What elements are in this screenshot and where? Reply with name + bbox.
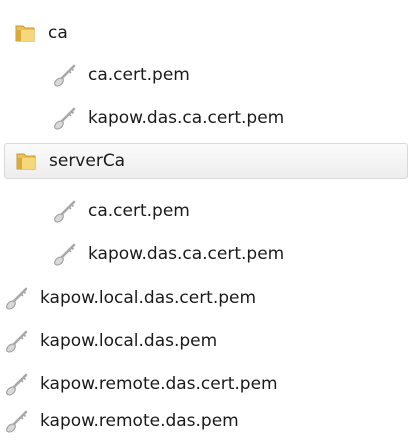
tree-item-label: kapow.remote.das.cert.pem bbox=[40, 374, 278, 394]
certificate-key-icon bbox=[52, 241, 78, 267]
certificate-key-icon bbox=[4, 371, 30, 397]
tree-item-kapow-remote-das-cert[interactable]: kapow.remote.das.cert.pem bbox=[4, 366, 278, 402]
certificate-key-icon bbox=[52, 198, 78, 224]
tree-item-kapow-local-das[interactable]: kapow.local.das.pem bbox=[4, 323, 217, 359]
tree-item-kapow-local-das-cert[interactable]: kapow.local.das.cert.pem bbox=[4, 280, 256, 316]
folder-icon bbox=[13, 148, 39, 174]
tree-item-serverca-kapow-das-ca-cert[interactable]: kapow.das.ca.cert.pem bbox=[52, 236, 284, 272]
tree-item-label: kapow.das.ca.cert.pem bbox=[88, 108, 285, 128]
tree-item-label: kapow.local.das.cert.pem bbox=[40, 288, 257, 308]
tree-item-serverca-ca-cert[interactable]: ca.cert.pem bbox=[52, 193, 190, 229]
tree-item-label: serverCa bbox=[49, 151, 126, 171]
file-tree: ca ca.cert.pem kapow.das.ca.cert.pem ser… bbox=[0, 0, 412, 445]
tree-item-label: kapow.das.ca.cert.pem bbox=[88, 244, 285, 264]
tree-item-label: kapow.local.das.pem bbox=[40, 331, 218, 351]
tree-item-kapow-remote-das[interactable]: kapow.remote.das.pem bbox=[4, 403, 239, 439]
certificate-key-icon bbox=[52, 105, 78, 131]
tree-item-label: ca bbox=[48, 23, 68, 43]
folder-icon bbox=[12, 20, 38, 46]
certificate-key-icon bbox=[4, 408, 30, 434]
tree-item-serverca-folder[interactable]: serverCa bbox=[4, 143, 408, 179]
tree-item-kapow-das-ca-cert[interactable]: kapow.das.ca.cert.pem bbox=[52, 100, 284, 136]
tree-item-label: ca.cert.pem bbox=[88, 65, 190, 85]
tree-item-ca-cert[interactable]: ca.cert.pem bbox=[52, 57, 190, 93]
certificate-key-icon bbox=[4, 285, 30, 311]
tree-item-label: kapow.remote.das.pem bbox=[40, 411, 239, 431]
tree-item-ca-folder[interactable]: ca bbox=[12, 15, 68, 51]
certificate-key-icon bbox=[4, 328, 30, 354]
tree-item-label: ca.cert.pem bbox=[88, 201, 190, 221]
certificate-key-icon bbox=[52, 62, 78, 88]
